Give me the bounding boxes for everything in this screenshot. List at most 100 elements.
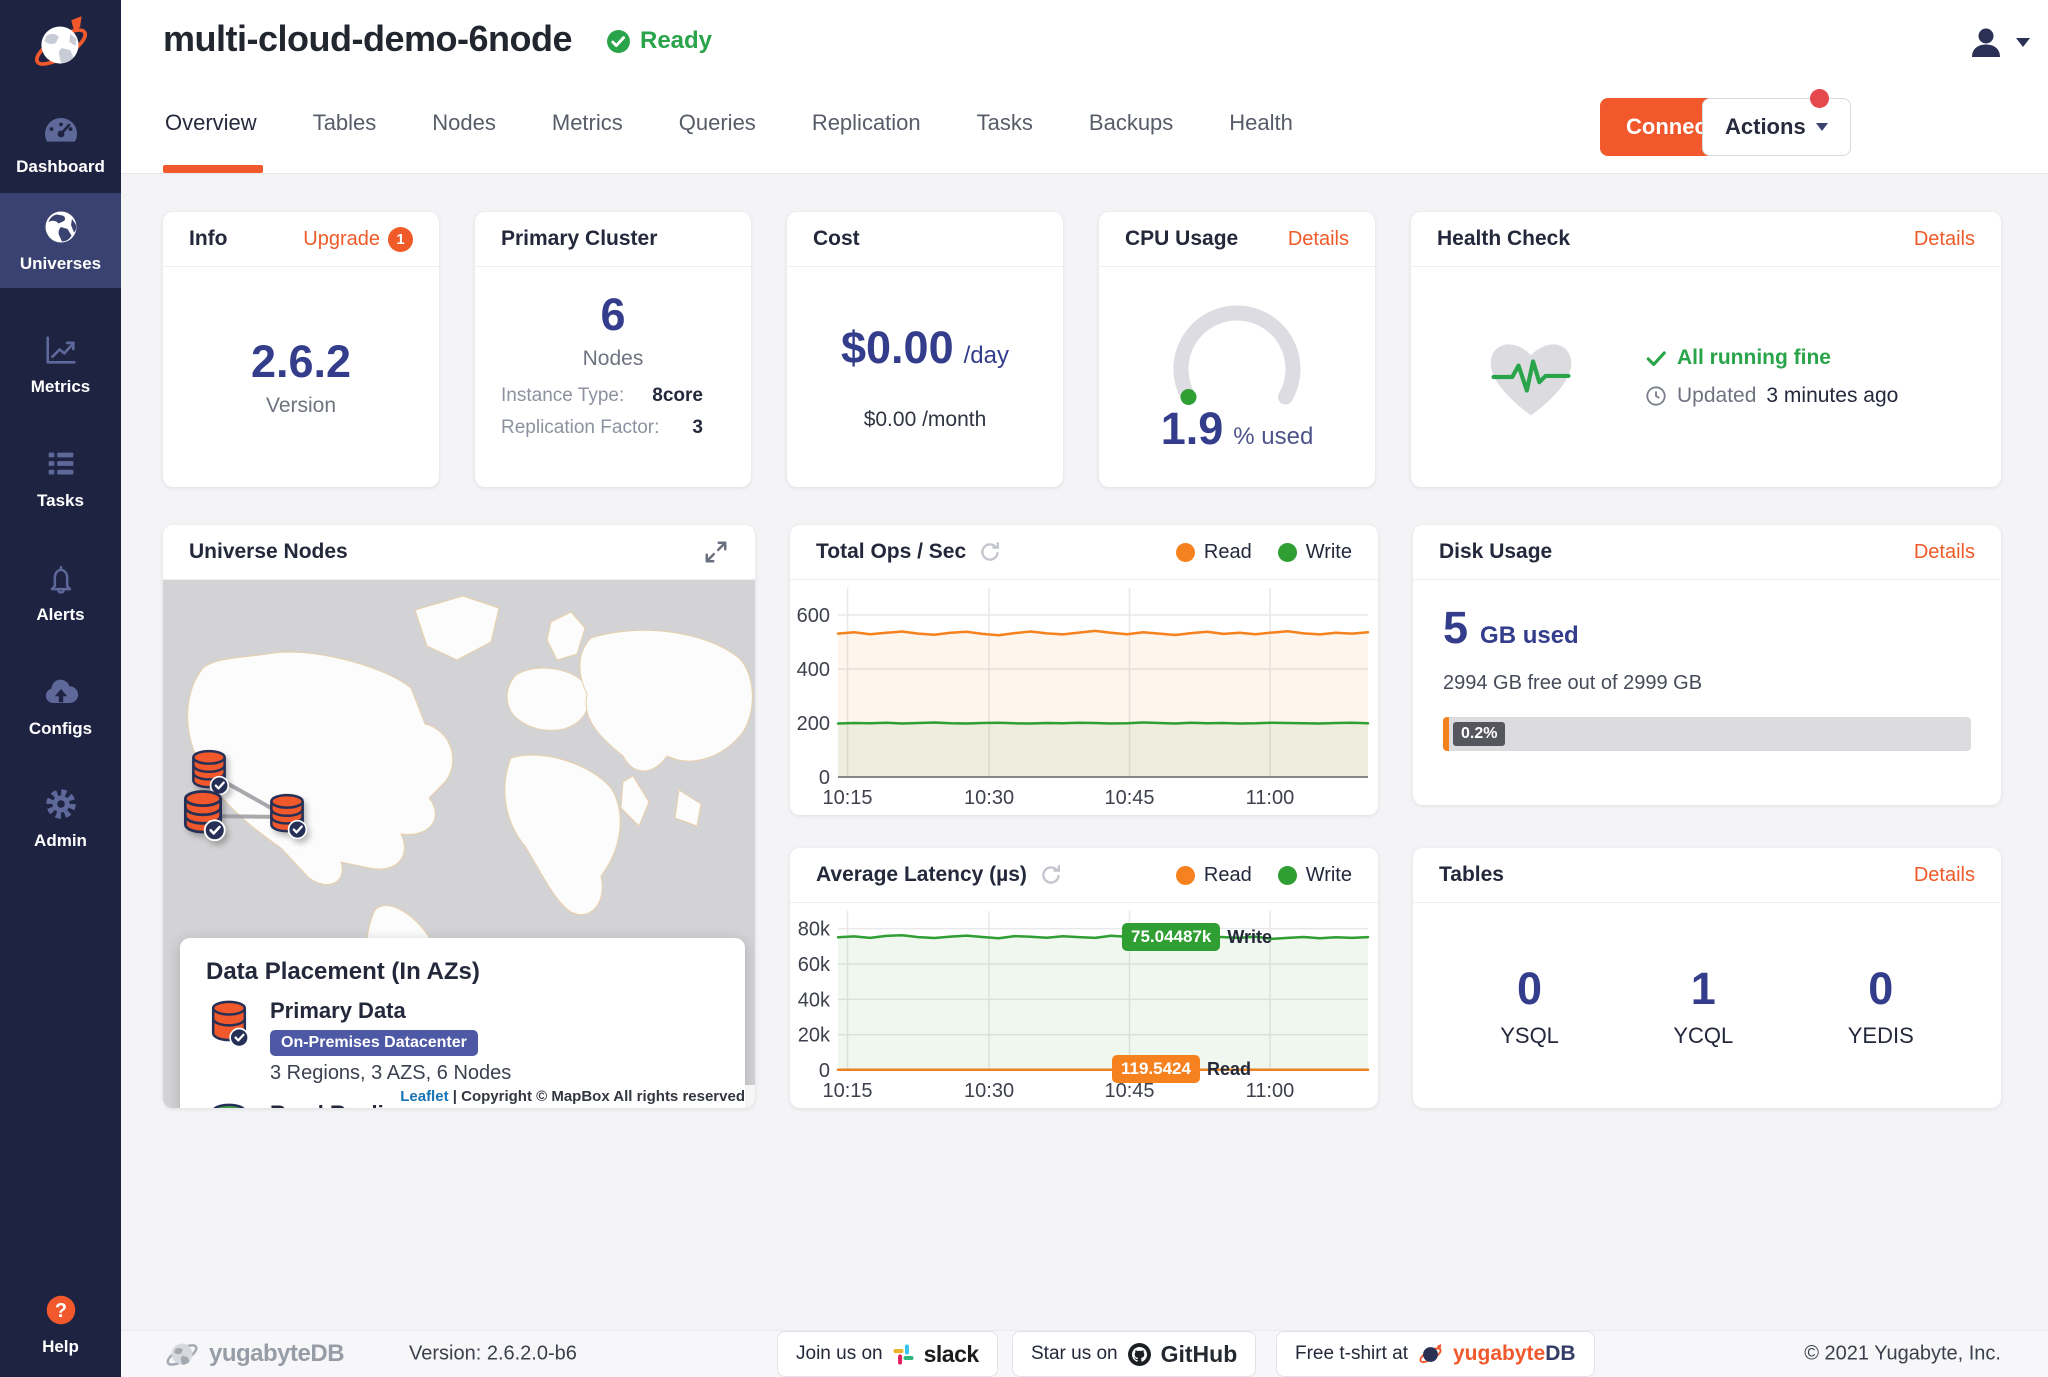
primary-data-desc: 3 Regions, 3 AZS, 6 Nodes — [270, 1062, 511, 1085]
tab-metrics[interactable]: Metrics — [550, 106, 625, 140]
sidebar-item-label: Alerts — [36, 605, 84, 625]
card-title: Cost — [813, 227, 860, 251]
cost-per-day: $0.00 — [841, 322, 954, 374]
svg-text:10:45: 10:45 — [1104, 1080, 1154, 1102]
tab-backups[interactable]: Backups — [1087, 106, 1175, 140]
primary-db-icon — [206, 998, 252, 1085]
heartbeat-icon — [1479, 330, 1583, 424]
replication-factor-row: Replication Factor: 3 — [501, 417, 703, 439]
tasks-list-icon — [41, 444, 81, 484]
tab-queries[interactable]: Queries — [677, 106, 758, 140]
write-dot-icon — [1278, 866, 1297, 885]
tab-replication[interactable]: Replication — [810, 106, 923, 140]
svg-text:80k: 80k — [798, 919, 831, 941]
sidebar-item-alerts[interactable]: Alerts — [0, 544, 121, 639]
primary-data-row: Primary Data On-Premises Datacenter 3 Re… — [206, 998, 719, 1085]
replica-db-icon — [206, 1101, 252, 1108]
disk-used-value: 5 — [1443, 602, 1468, 654]
actions-button[interactable]: Actions — [1702, 98, 1851, 156]
refresh-icon[interactable] — [1039, 863, 1063, 887]
bell-icon — [41, 558, 81, 598]
yugabyte-logo-icon[interactable] — [28, 10, 94, 85]
svg-text:40k: 40k — [798, 989, 831, 1011]
total-ops-card: Total Ops / Sec Read Write 10:1510:3010:… — [790, 525, 1378, 815]
sidebar-item-dashboard[interactable]: Dashboard — [0, 96, 121, 191]
read-replica-label: Read Replica — [270, 1101, 408, 1108]
avatar — [1966, 22, 2006, 62]
tables-details-link[interactable]: Details — [1914, 864, 1975, 887]
svg-text:10:30: 10:30 — [964, 1080, 1014, 1102]
sidebar-item-label: Tasks — [37, 491, 84, 511]
disk-details-link[interactable]: Details — [1914, 541, 1975, 564]
tab-nodes[interactable]: Nodes — [430, 106, 498, 140]
svg-text:0: 0 — [819, 1060, 830, 1082]
chart-legend: Read Write — [1176, 864, 1352, 887]
svg-text:600: 600 — [797, 605, 830, 627]
page-header: multi-cloud-demo-6node Ready — [121, 0, 2048, 174]
sidebar-item-help[interactable]: ? Help — [0, 1276, 121, 1371]
card-title: Universe Nodes — [189, 540, 348, 564]
legend-write: Write — [1278, 864, 1352, 887]
sidebar-item-configs[interactable]: Configs — [0, 658, 121, 753]
tables-card: Tables Details 0 YSQL 1 YCQL 0 YEDIS — [1413, 848, 2001, 1108]
version-value: 2.6.2 — [251, 336, 351, 388]
tab-tasks[interactable]: Tasks — [975, 106, 1035, 140]
sidebar-item-label: Metrics — [31, 377, 91, 397]
tab-overview[interactable]: Overview — [163, 106, 259, 140]
upgrade-link[interactable]: Upgrade 1 — [303, 227, 413, 252]
primary-cluster-card: Primary Cluster 6 Nodes Instance Type: 8… — [475, 212, 751, 487]
disk-free-text: 2994 GB free out of 2999 GB — [1443, 672, 1971, 695]
tab-health[interactable]: Health — [1227, 106, 1295, 140]
footer-version: Version: 2.6.2.0-b6 — [409, 1343, 577, 1366]
version-caption: Version — [266, 394, 336, 418]
world-map[interactable]: Data Placement (In AZs) Primary Data — [163, 580, 755, 1108]
latency-chart: 10:1510:3010:4511:00020k40k60k80k 75.044… — [790, 903, 1378, 1108]
github-icon — [1127, 1342, 1152, 1367]
cpu-gauge — [1157, 299, 1317, 407]
refresh-icon[interactable] — [978, 540, 1002, 564]
user-menu[interactable] — [1966, 22, 2030, 62]
cost-card: Cost $0.00 /day $0.00 /month — [787, 212, 1063, 487]
placement-title: Data Placement (In AZs) — [206, 958, 719, 986]
svg-text:20k: 20k — [798, 1025, 831, 1047]
check-circle-icon — [606, 29, 631, 54]
tshirt-button[interactable]: Free t-shirt at yugabyteDB — [1276, 1331, 1595, 1377]
sidebar-item-tasks[interactable]: Tasks — [0, 430, 121, 525]
footer-copyright: © 2021 Yugabyte, Inc. — [1804, 1343, 2001, 1366]
page-title: multi-cloud-demo-6node — [163, 18, 572, 60]
sidebar-item-metrics[interactable]: Metrics — [0, 316, 121, 411]
read-dot-icon — [1176, 866, 1195, 885]
card-title: Tables — [1439, 863, 1504, 887]
db-node-marker[interactable] — [266, 792, 308, 845]
slack-button[interactable]: Join us on slack — [777, 1331, 998, 1377]
sidebar-item-admin[interactable]: Admin — [0, 770, 121, 865]
health-status-row: All running fine — [1645, 346, 1898, 370]
latency-chart-svg: 10:1510:3010:4511:00020k40k60k80k — [790, 903, 1378, 1108]
github-button[interactable]: Star us on GitHub — [1012, 1331, 1256, 1377]
health-details-link[interactable]: Details — [1914, 228, 1975, 251]
leaflet-link[interactable]: Leaflet — [400, 1088, 448, 1105]
sidebar-item-universes[interactable]: Universes — [0, 193, 121, 288]
average-latency-card: Average Latency (µs) Read Write 10:1510:… — [790, 848, 1378, 1108]
instance-type-row: Instance Type: 8core — [501, 385, 703, 407]
legend-read: Read — [1176, 541, 1252, 564]
metrics-chart-icon — [41, 330, 81, 370]
gear-icon — [41, 784, 81, 824]
cpu-details-link[interactable]: Details — [1288, 228, 1349, 251]
expand-map-icon[interactable] — [703, 539, 729, 565]
write-dot-icon — [1278, 543, 1297, 562]
svg-text:60k: 60k — [798, 954, 831, 976]
footer-brand: yugabyteDB — [163, 1335, 344, 1373]
tab-tables[interactable]: Tables — [311, 106, 379, 140]
footer: yugabyteDB Version: 2.6.2.0-b6 Join us o… — [0, 1330, 2048, 1377]
health-updated-row: Updated 3 minutes ago — [1645, 384, 1898, 408]
universe-nodes-card: Universe Nodes — [163, 525, 755, 1108]
cpu-unit: % used — [1233, 423, 1313, 451]
sidebar-item-label: Configs — [29, 719, 92, 739]
status-badge: Ready — [606, 27, 712, 55]
legend-read: Read — [1176, 864, 1252, 887]
db-node-marker[interactable] — [179, 788, 227, 847]
clock-icon — [1645, 385, 1667, 407]
primary-data-label: Primary Data — [270, 998, 511, 1024]
svg-text:10:45: 10:45 — [1104, 787, 1154, 809]
